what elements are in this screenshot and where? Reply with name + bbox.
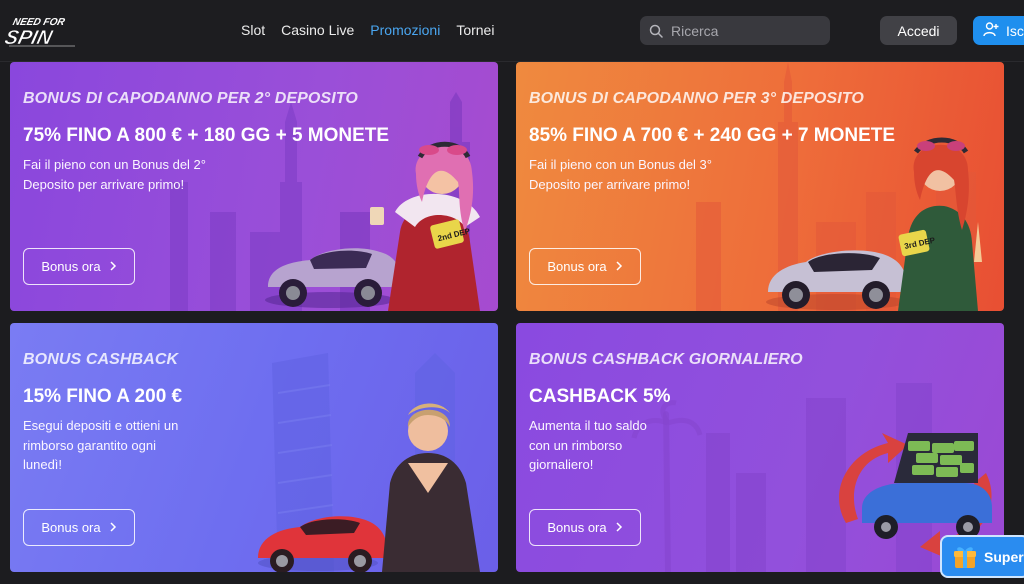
nav-tornei[interactable]: Tornei <box>456 22 494 38</box>
svg-text:SPIN: SPIN <box>5 27 55 48</box>
super-widget-button[interactable]: Super <box>940 535 1024 578</box>
desc-line: Fai il pieno con un Bonus del 2° <box>23 157 206 172</box>
promo-headline: 15% FINO A 200 € <box>23 386 183 407</box>
site-logo[interactable]: NEED FOR SPIN <box>5 14 85 48</box>
gift-icon <box>952 544 978 570</box>
user-plus-icon <box>983 21 999 40</box>
search-icon <box>649 24 663 38</box>
search-box[interactable] <box>640 16 830 45</box>
cta-label: Bonus ora <box>41 520 101 535</box>
desc-line: rimborso garantito ogni <box>23 437 156 453</box>
signup-label: Iscriviti <box>1006 22 1024 39</box>
promo-subtitle: BONUS CASHBACK <box>23 351 179 368</box>
promo-headline: CASHBACK 5% <box>529 386 671 407</box>
promo-card-daily-cashback: BONUS CASHBACK GIORNALIERO CASHBACK 5% A… <box>516 323 1004 572</box>
bonus-now-button[interactable]: Bonus ora <box>529 248 641 285</box>
promo-card-3rd-deposit: 3rd DEP BONUS DI CAPODANNO PER 3° DEPOSI… <box>516 62 1004 311</box>
promo-description: Aumenta il tuo saldo con un rimborso gio… <box>529 416 803 475</box>
desc-line: Aumenta il tuo saldo <box>529 418 647 433</box>
promo-description: Fai il pieno con un Bonus del 3° Deposit… <box>529 155 895 194</box>
desc-line: giornaliero! <box>529 457 594 472</box>
promo-description: Fai il pieno con un Bonus del 2° Deposit… <box>23 155 389 194</box>
promo-subtitle: BONUS DI CAPODANNO PER 2° DEPOSITO <box>23 90 358 107</box>
cta-label: Bonus ora <box>41 259 101 274</box>
promo-text: BONUS DI CAPODANNO PER 3° DEPOSITO 85% F… <box>529 90 895 194</box>
nav-promozioni[interactable]: Promozioni <box>370 22 440 38</box>
promo-description: Esegui depositi e ottieni un rimborso ga… <box>23 416 182 475</box>
cta-label: Bonus ora <box>547 520 607 535</box>
search-input[interactable] <box>671 22 821 39</box>
nav-slot[interactable]: Slot <box>241 22 265 38</box>
bonus-now-button[interactable]: Bonus ora <box>529 509 641 546</box>
chevron-right-icon <box>109 520 117 535</box>
desc-line: con un rimborso <box>529 437 623 453</box>
desc-line: lunedì! <box>23 457 63 472</box>
promo-headline: 85% FINO A 700 € + 240 GG + 7 MONETE <box>529 125 896 146</box>
promo-text: BONUS DI CAPODANNO PER 2° DEPOSITO 75% F… <box>23 90 389 194</box>
desc-line: Esegui depositi e ottieni un <box>23 418 179 433</box>
desc-line: Deposito per arrivare primo! <box>23 176 185 192</box>
chevron-right-icon <box>615 520 623 535</box>
desc-line: Fai il pieno con un Bonus del 3° <box>529 157 712 172</box>
promo-subtitle: BONUS CASHBACK GIORNALIERO <box>529 351 803 368</box>
promo-subtitle: BONUS DI CAPODANNO PER 3° DEPOSITO <box>529 90 864 107</box>
main-nav: Slot Casino Live Promozioni Tornei <box>241 22 510 38</box>
promo-card-2nd-deposit: 2nd DEP BONUS DI CAPODANNO PER 2° DEPOSI… <box>10 62 498 311</box>
cta-label: Bonus ora <box>547 259 607 274</box>
top-bar: NEED FOR SPIN Slot Casino Live Promozion… <box>0 0 1024 62</box>
promo-text: BONUS CASHBACK 15% FINO A 200 € Esegui d… <box>23 351 182 475</box>
login-button[interactable]: Accedi <box>880 16 957 45</box>
nav-casino-live[interactable]: Casino Live <box>281 22 354 38</box>
signup-button[interactable]: Iscriviti <box>973 16 1024 45</box>
chevron-right-icon <box>109 259 117 274</box>
desc-line: Deposito per arrivare primo! <box>529 176 691 192</box>
widget-label: Super <box>984 548 1024 565</box>
promo-card-cashback: BONUS CASHBACK 15% FINO A 200 € Esegui d… <box>10 323 498 572</box>
promo-headline: 75% FINO A 800 € + 180 GG + 5 MONETE <box>23 125 390 146</box>
chevron-right-icon <box>615 259 623 274</box>
promo-text: BONUS CASHBACK GIORNALIERO CASHBACK 5% A… <box>529 351 803 475</box>
bonus-now-button[interactable]: Bonus ora <box>23 248 135 285</box>
bonus-now-button[interactable]: Bonus ora <box>23 509 135 546</box>
